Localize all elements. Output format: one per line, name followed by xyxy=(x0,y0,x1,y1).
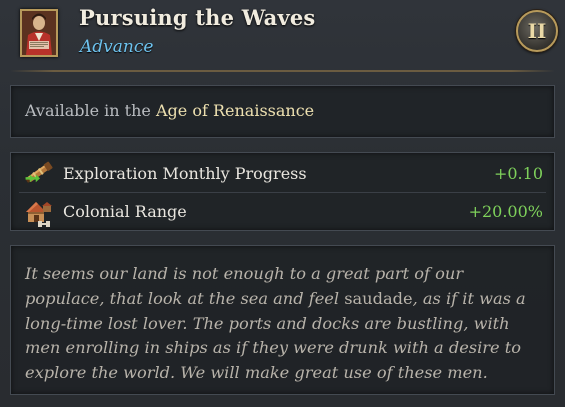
availability-box: Available in the Age of Renaissance xyxy=(10,85,555,138)
modifier-divider xyxy=(19,192,546,193)
flavor-foreign-word: saudade xyxy=(344,288,413,308)
modifier-row: Exploration Monthly Progress +0.10 xyxy=(11,156,554,192)
header-divider xyxy=(10,70,555,72)
flavor-text: It seems our land is not enough to a gre… xyxy=(25,262,545,386)
modifiers-box: Exploration Monthly Progress +0.10 Colon… xyxy=(10,152,555,231)
tooltip-panel: Pursuing the Waves Advance II Available … xyxy=(0,0,565,407)
modifier-label: Colonial Range xyxy=(63,202,187,221)
colonial-settlement-icon xyxy=(23,196,57,228)
era-badge: II xyxy=(516,10,558,52)
modifier-value: +20.00% xyxy=(468,202,543,221)
telescope-icon xyxy=(23,158,57,190)
flavor-text-box: It seems our land is not enough to a gre… xyxy=(10,245,555,395)
advance-title: Pursuing the Waves xyxy=(79,5,316,30)
advisor-portrait-icon xyxy=(20,9,58,57)
modifier-row: Colonial Range +20.00% xyxy=(11,194,554,230)
availability-prefix: Available in the xyxy=(25,101,151,120)
advance-category: Advance xyxy=(80,37,154,57)
modifier-label: Exploration Monthly Progress xyxy=(63,164,307,183)
modifier-value: +0.10 xyxy=(493,164,543,183)
age-link[interactable]: Age of Renaissance xyxy=(156,101,314,120)
availability-text: Available in the Age of Renaissance xyxy=(25,101,314,120)
era-numeral: II xyxy=(527,19,547,43)
